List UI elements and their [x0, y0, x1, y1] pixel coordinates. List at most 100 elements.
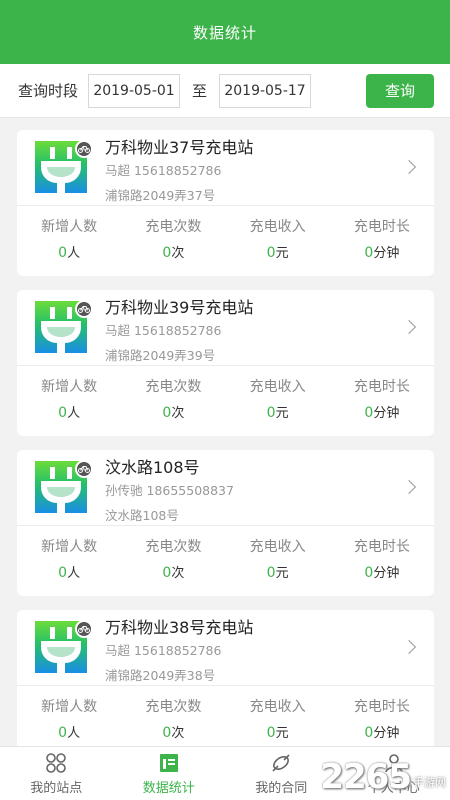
stat-value: 0人 [17, 242, 121, 261]
station-name: 万科物业38号充电站 [105, 618, 254, 637]
stat-unit: 人 [67, 726, 81, 741]
chevron-right-icon[interactable] [401, 639, 417, 655]
stat-cell: 充电收入 0元 [226, 526, 330, 595]
station-info[interactable]: 万科物业39号充电站 马超 15618852786 浦锦路2049弄39号 [17, 290, 434, 366]
chevron-right-icon[interactable] [401, 319, 417, 335]
stat-number: 0 [162, 245, 172, 261]
chevron-right-icon[interactable] [401, 479, 417, 495]
stat-unit: 元 [275, 566, 289, 581]
stat-label: 充电收入 [249, 539, 306, 555]
stat-value: 0元 [226, 402, 330, 421]
watermark-logo: 2265 [320, 757, 412, 797]
station-stats: 新增人数 0人 充电次数 0次 充电收入 0元 充电时长 0分钟 [17, 366, 434, 435]
stat-value: 0次 [121, 402, 225, 421]
stat-value: 0分钟 [330, 242, 434, 261]
app-header: 数据统计 [0, 0, 450, 64]
query-period-label: 查询时段 [18, 82, 79, 100]
stat-cell: 新增人数 0人 [17, 206, 121, 275]
stat-value: 0次 [121, 242, 225, 261]
grid-icon [45, 752, 67, 774]
station-card[interactable]: 汶水路108号 孙传驰 18655508837 汶水路108号 新增人数 0人 … [17, 450, 434, 596]
bike-icon [75, 620, 93, 638]
stat-unit: 分钟 [373, 406, 400, 421]
query-bar: 查询时段 2019-05-01 至 2019-05-17 查询 [0, 64, 450, 118]
query-button[interactable]: 查询 [366, 73, 434, 108]
stat-cell: 新增人数 0人 [17, 526, 121, 595]
stat-cell: 充电时长 0分钟 [330, 526, 434, 595]
stat-cell: 充电收入 0元 [226, 206, 330, 275]
stat-number: 0 [162, 565, 172, 581]
tab-label: 我的站点 [30, 780, 83, 796]
stat-number: 0 [58, 245, 68, 261]
stat-unit: 人 [67, 406, 81, 421]
station-info[interactable]: 汶水路108号 孙传驰 18655508837 汶水路108号 [17, 450, 434, 526]
station-info[interactable]: 万科物业38号充电站 马超 15618852786 浦锦路2049弄38号 [17, 610, 434, 686]
stat-label: 充电次数 [145, 539, 202, 555]
stat-unit: 次 [171, 566, 185, 581]
stat-number: 0 [364, 565, 374, 581]
station-contact: 马超 15618852786 [105, 163, 222, 178]
stat-cell: 充电时长 0分钟 [330, 206, 434, 275]
tab-label: 我的合同 [255, 780, 308, 796]
stat-value: 0元 [226, 242, 330, 261]
stat-cell: 充电次数 0次 [121, 686, 225, 755]
stat-unit: 分钟 [373, 566, 400, 581]
stat-number: 0 [364, 405, 374, 421]
stat-cell: 充电时长 0分钟 [330, 366, 434, 435]
to-label: 至 [192, 82, 208, 100]
stat-cell: 充电次数 0次 [121, 526, 225, 595]
station-card[interactable]: 万科物业39号充电站 马超 15618852786 浦锦路2049弄39号 新增… [17, 290, 434, 436]
station-name: 汶水路108号 [105, 458, 200, 477]
station-card[interactable]: 万科物业38号充电站 马超 15618852786 浦锦路2049弄38号 新增… [17, 610, 434, 756]
stat-label: 充电收入 [249, 379, 306, 395]
stat-value: 0次 [121, 562, 225, 581]
tab-data-statistics[interactable]: 数据统计 [113, 747, 226, 800]
stat-unit: 人 [67, 566, 81, 581]
stat-cell: 充电次数 0次 [121, 366, 225, 435]
chevron-right-icon[interactable] [401, 159, 417, 175]
stat-value: 0人 [17, 562, 121, 581]
stat-number: 0 [266, 565, 276, 581]
stat-number: 0 [58, 725, 68, 741]
stat-number: 0 [364, 245, 374, 261]
stat-value: 0次 [121, 722, 225, 741]
station-address: 浦锦路2049弄38号 [105, 668, 216, 683]
stat-unit: 元 [275, 726, 289, 741]
stat-value: 0元 [226, 562, 330, 581]
stat-cell: 充电时长 0分钟 [330, 686, 434, 755]
station-name: 万科物业39号充电站 [105, 298, 254, 317]
stat-number: 0 [266, 245, 276, 261]
stat-unit: 次 [171, 726, 185, 741]
stat-label: 充电收入 [249, 699, 306, 715]
stat-number: 0 [266, 405, 276, 421]
stat-number: 0 [58, 405, 68, 421]
stat-value: 0人 [17, 402, 121, 421]
stat-label: 新增人数 [41, 219, 98, 235]
end-date-input[interactable]: 2019-05-17 [219, 73, 312, 108]
station-contact: 马超 15618852786 [105, 643, 222, 658]
stat-unit: 分钟 [373, 246, 400, 261]
stat-unit: 次 [171, 246, 185, 261]
station-contact: 孙传驰 18655508837 [105, 483, 234, 498]
stat-unit: 元 [275, 406, 289, 421]
stat-label: 充电收入 [249, 219, 306, 235]
station-contact: 马超 15618852786 [105, 323, 222, 338]
bike-icon [75, 140, 93, 158]
tab-my-stations[interactable]: 我的站点 [0, 747, 113, 800]
page-title: 数据统计 [192, 23, 257, 42]
stat-label: 新增人数 [41, 699, 98, 715]
station-card[interactable]: 万科物业37号充电站 马超 15618852786 浦锦路2049弄37号 新增… [17, 130, 434, 276]
stat-unit: 人 [67, 246, 81, 261]
station-info[interactable]: 万科物业37号充电站 马超 15618852786 浦锦路2049弄37号 [17, 130, 434, 206]
stat-label: 充电次数 [145, 699, 202, 715]
stat-number: 0 [58, 565, 68, 581]
start-date-input[interactable]: 2019-05-01 [88, 73, 181, 108]
stat-label: 充电时长 [353, 219, 410, 235]
station-address: 汶水路108号 [105, 508, 179, 523]
bike-icon [75, 300, 93, 318]
stat-number: 0 [162, 405, 172, 421]
stat-label: 充电时长 [353, 699, 410, 715]
watermark: 2265 手游网 [320, 760, 446, 794]
stat-number: 0 [162, 725, 172, 741]
stat-unit: 次 [171, 406, 185, 421]
